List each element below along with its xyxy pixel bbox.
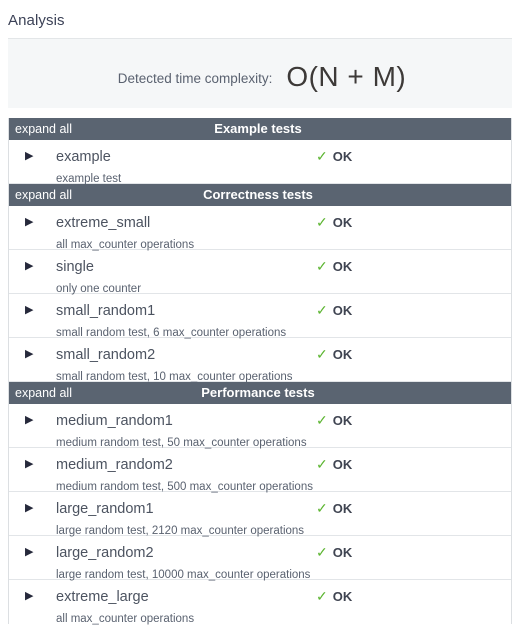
check-icon: ✓	[316, 544, 328, 560]
section-header: expand all Correctness tests	[9, 184, 511, 206]
detected-complexity-panel: Detected time complexity: O(N + M)	[8, 38, 512, 108]
test-name: example	[56, 148, 111, 165]
test-description: all max_counter operations	[56, 613, 195, 625]
status-label: OK	[332, 589, 353, 604]
section-title: Example tests	[214, 121, 302, 136]
expand-caret-icon[interactable]: ▶	[25, 503, 41, 514]
expand-caret-icon[interactable]: ▶	[25, 305, 41, 316]
status-label: OK	[332, 347, 353, 362]
test-row[interactable]: ▶ single ✓ OK only one counter	[9, 250, 511, 295]
test-name: large_random1	[56, 500, 154, 517]
test-row[interactable]: ▶ extreme_large ✓ OK all max_counter operati…	[9, 580, 511, 625]
test-results-table: expand all Example tests ▶ example ✓ OK exampl…	[8, 118, 512, 625]
expand-caret-icon[interactable]: ▶	[25, 217, 41, 228]
status-label: OK	[332, 457, 353, 472]
check-icon: ✓	[316, 588, 328, 604]
page-title: Analysis	[8, 12, 65, 29]
test-name: small_random1	[56, 302, 156, 319]
complexity-value: O(N + M)	[286, 60, 407, 92]
expand-caret-icon[interactable]: ▶	[25, 415, 41, 426]
complexity-inner: Detected time complexity: O(N + M)	[117, 58, 407, 92]
test-row-main: ▶ medium_random1 ✓ OK	[9, 410, 511, 431]
test-row-main: ▶ extreme_large ✓ OK	[9, 586, 511, 607]
check-icon: ✓	[316, 456, 328, 472]
status-label: OK	[332, 545, 353, 560]
test-name: extreme_small	[56, 214, 151, 231]
status-label: OK	[332, 501, 353, 516]
test-row[interactable]: ▶ small_random1 ✓ OK small random test, 6 ma…	[9, 294, 511, 339]
expand-caret-icon[interactable]: ▶	[25, 547, 41, 558]
test-row-main: ▶ small_random1 ✓ OK	[9, 300, 511, 321]
test-name: large_random2	[56, 544, 154, 561]
status-badge: ✓ OK	[316, 302, 352, 319]
section-header: expand all Example tests	[9, 118, 511, 140]
status-label: OK	[332, 149, 353, 164]
test-row-main: ▶ single ✓ OK	[9, 256, 511, 277]
expand-all-link[interactable]: expand all	[15, 118, 72, 140]
test-name: extreme_large	[56, 588, 149, 605]
check-icon: ✓	[316, 148, 328, 164]
status-badge: ✓ OK	[316, 346, 352, 363]
expand-caret-icon[interactable]: ▶	[25, 349, 41, 360]
test-name: medium_random1	[56, 412, 173, 429]
expand-caret-icon[interactable]: ▶	[25, 459, 41, 470]
check-icon: ✓	[316, 258, 328, 274]
status-badge: ✓ OK	[316, 412, 352, 429]
test-row[interactable]: ▶ medium_random1 ✓ OK medium random test, 50…	[9, 404, 511, 449]
expand-caret-icon[interactable]: ▶	[25, 151, 41, 162]
test-name: small_random2	[56, 346, 156, 363]
section-header: expand all Performance tests	[9, 382, 511, 404]
test-row[interactable]: ▶ extreme_small ✓ OK all max_counter operati…	[9, 206, 511, 251]
expand-caret-icon[interactable]: ▶	[25, 261, 41, 272]
expand-all-link[interactable]: expand all	[15, 184, 72, 206]
check-icon: ✓	[316, 214, 328, 230]
test-row-main: ▶ medium_random2 ✓ OK	[9, 454, 511, 475]
test-row-main: ▶ small_random2 ✓ OK	[9, 344, 511, 365]
status-badge: ✓ OK	[316, 588, 352, 605]
status-badge: ✓ OK	[316, 258, 352, 275]
test-row[interactable]: ▶ medium_random2 ✓ OK medium random test, 50…	[9, 448, 511, 493]
expand-all-link[interactable]: expand all	[15, 382, 72, 404]
status-badge: ✓ OK	[316, 456, 352, 473]
status-badge: ✓ OK	[316, 544, 352, 561]
test-row[interactable]: ▶ large_random1 ✓ OK large random test, 2120…	[9, 492, 511, 537]
check-icon: ✓	[316, 302, 328, 318]
status-badge: ✓ OK	[316, 148, 352, 165]
test-row[interactable]: ▶ small_random2 ✓ OK small random test, 10 m…	[9, 338, 511, 383]
section-title: Correctness tests	[203, 187, 313, 202]
check-icon: ✓	[316, 346, 328, 362]
status-badge: ✓ OK	[316, 214, 352, 231]
test-row-main: ▶ large_random2 ✓ OK	[9, 542, 511, 563]
status-label: OK	[332, 303, 353, 318]
status-label: OK	[332, 215, 353, 230]
section-title: Performance tests	[201, 385, 315, 400]
complexity-label: Detected time complexity:	[117, 70, 273, 86]
check-icon: ✓	[316, 500, 328, 516]
test-name: single	[56, 258, 94, 275]
expand-caret-icon[interactable]: ▶	[25, 591, 41, 602]
test-row-main: ▶ extreme_small ✓ OK	[9, 212, 511, 233]
status-label: OK	[332, 259, 353, 274]
test-row[interactable]: ▶ example ✓ OK example test	[9, 140, 511, 185]
test-row-main: ▶ example ✓ OK	[9, 146, 511, 167]
analysis-page: Analysis Detected time complexity: O(N +…	[0, 0, 520, 634]
test-name: medium_random2	[56, 456, 173, 473]
test-row-main: ▶ large_random1 ✓ OK	[9, 498, 511, 519]
test-row[interactable]: ▶ large_random2 ✓ OK large random test, 1000…	[9, 536, 511, 581]
status-badge: ✓ OK	[316, 500, 352, 517]
status-label: OK	[332, 413, 353, 428]
check-icon: ✓	[316, 412, 328, 428]
